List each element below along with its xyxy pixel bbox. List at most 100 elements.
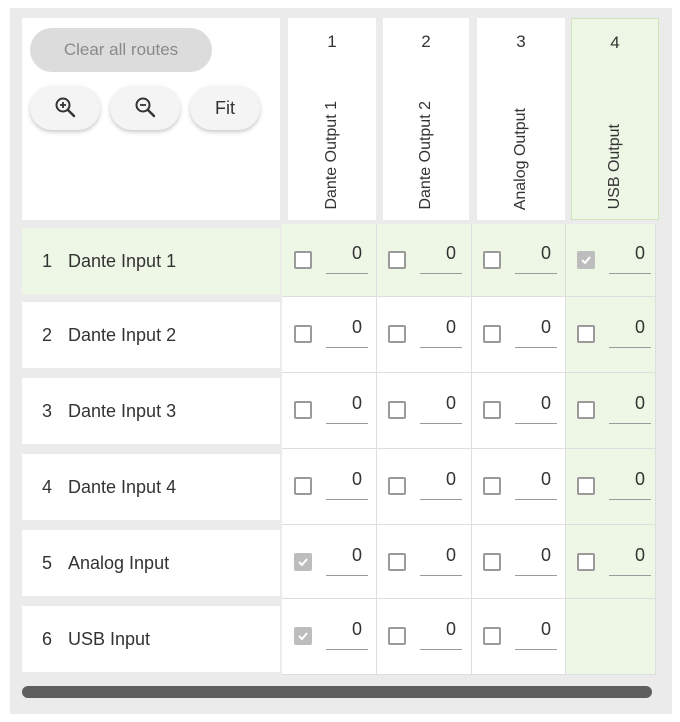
route-checkbox[interactable] [577, 325, 595, 343]
route-checkbox[interactable] [294, 553, 312, 571]
route-checkbox[interactable] [294, 325, 312, 343]
gain-input[interactable]: 0 [326, 388, 368, 424]
route-checkbox[interactable] [577, 553, 595, 571]
column-name: USB Output [606, 123, 623, 209]
route-checkbox[interactable] [483, 251, 501, 269]
row-number: 1 [42, 250, 53, 271]
route-checkbox[interactable] [483, 553, 501, 571]
route-checkbox[interactable] [483, 401, 501, 419]
route-checkbox[interactable] [294, 627, 312, 645]
row-name: Dante Input 1 [68, 250, 177, 271]
gain-input[interactable]: 0 [609, 312, 651, 348]
route-checkbox[interactable] [577, 251, 595, 269]
route-checkbox[interactable] [294, 477, 312, 495]
gain-input[interactable]: 0 [326, 238, 368, 274]
gain-input[interactable]: 0 [326, 614, 368, 650]
gain-input[interactable]: 0 [326, 312, 368, 348]
route-cell: 0 [282, 526, 376, 601]
row-name: Dante Input 2 [68, 324, 177, 345]
route-cell: 0 [471, 600, 565, 675]
route-cell: 0 [282, 374, 376, 449]
route-checkbox[interactable] [388, 477, 406, 495]
row-number: 5 [42, 552, 53, 573]
route-cell: 0 [376, 224, 470, 299]
gain-input[interactable]: 0 [515, 540, 557, 576]
gain-input[interactable]: 0 [326, 540, 368, 576]
column-number: 4 [610, 33, 620, 52]
gain-input[interactable]: 0 [420, 464, 462, 500]
gain-input[interactable]: 0 [515, 388, 557, 424]
column-header-2[interactable]: 2 Dante Output 2 [383, 18, 469, 220]
row-name: Analog Input [68, 552, 170, 573]
route-checkbox[interactable] [294, 401, 312, 419]
gain-input[interactable]: 0 [326, 464, 368, 500]
gain-input[interactable]: 0 [515, 312, 557, 348]
zoom-out-button[interactable] [110, 86, 180, 130]
gain-input[interactable]: 0 [515, 238, 557, 274]
row-label-6[interactable]: 6 USB Input [22, 606, 280, 672]
row-number: 2 [42, 324, 53, 345]
gain-input[interactable]: 0 [420, 540, 462, 576]
route-cell: 0 [471, 526, 565, 601]
route-cell: 0 [471, 374, 565, 449]
gain-input[interactable]: 0 [609, 388, 651, 424]
gain-input[interactable]: 0 [515, 614, 557, 650]
column-number: 1 [327, 32, 337, 51]
route-checkbox[interactable] [483, 627, 501, 645]
route-cell: 0 [282, 600, 376, 675]
column-header-3[interactable]: 3 Analog Output [477, 18, 565, 220]
route-cell: 0 [565, 224, 659, 299]
gain-input[interactable]: 0 [420, 238, 462, 274]
row-name: Dante Input 4 [68, 476, 177, 497]
row-name: USB Input [68, 628, 151, 649]
route-cell: 0 [376, 374, 470, 449]
route-checkbox[interactable] [577, 401, 595, 419]
gain-input[interactable]: 0 [420, 614, 462, 650]
zoom-out-icon [134, 96, 156, 121]
route-cell: 0 [565, 526, 659, 601]
route-checkbox[interactable] [388, 627, 406, 645]
row-label-3[interactable]: 3 Dante Input 3 [22, 378, 280, 444]
route-checkbox[interactable] [577, 477, 595, 495]
route-cell: 0 [282, 450, 376, 525]
column-number: 2 [421, 32, 431, 51]
route-checkbox[interactable] [294, 251, 312, 269]
route-cell: 0 [376, 526, 470, 601]
row-label-1[interactable]: 1 Dante Input 1 [22, 228, 280, 294]
gain-input[interactable]: 0 [609, 464, 651, 500]
row-name: Dante Input 3 [68, 400, 177, 421]
column-header-1[interactable]: 1 Dante Output 1 [288, 18, 376, 220]
route-checkbox[interactable] [388, 553, 406, 571]
row-label-2[interactable]: 2 Dante Input 2 [22, 302, 280, 368]
gain-input[interactable]: 0 [420, 388, 462, 424]
row-label-5[interactable]: 5 Analog Input [22, 530, 280, 596]
gain-input[interactable]: 0 [609, 238, 651, 274]
column-name: Dante Output 2 [417, 101, 434, 210]
row-label-4[interactable]: 4 Dante Input 4 [22, 454, 280, 520]
clear-all-routes-button[interactable]: Clear all routes [30, 28, 212, 72]
column-header-4[interactable]: 4 USB Output [571, 18, 659, 220]
route-checkbox[interactable] [483, 325, 501, 343]
route-checkbox[interactable] [388, 401, 406, 419]
route-cell: 0 [376, 600, 470, 675]
gain-input[interactable]: 0 [420, 312, 462, 348]
zoom-in-icon [54, 96, 76, 121]
horizontal-scrollbar[interactable] [22, 686, 652, 698]
column-name: Dante Output 1 [323, 101, 340, 210]
route-cell: 0 [565, 374, 659, 449]
route-checkbox[interactable] [483, 477, 501, 495]
column-number: 3 [516, 32, 526, 51]
fit-button[interactable]: Fit [190, 86, 260, 130]
route-cell: 0 [471, 450, 565, 525]
route-cell: 0 [376, 450, 470, 525]
route-checkbox[interactable] [388, 325, 406, 343]
route-checkbox[interactable] [388, 251, 406, 269]
row-number: 4 [42, 476, 53, 497]
gain-input[interactable]: 0 [515, 464, 557, 500]
route-cell: 0 [565, 450, 659, 525]
route-cell: 0 [282, 298, 376, 373]
gain-input[interactable]: 0 [609, 540, 651, 576]
route-cell: 0 [376, 298, 470, 373]
zoom-in-button[interactable] [30, 86, 100, 130]
route-cell: 0 [471, 298, 565, 373]
